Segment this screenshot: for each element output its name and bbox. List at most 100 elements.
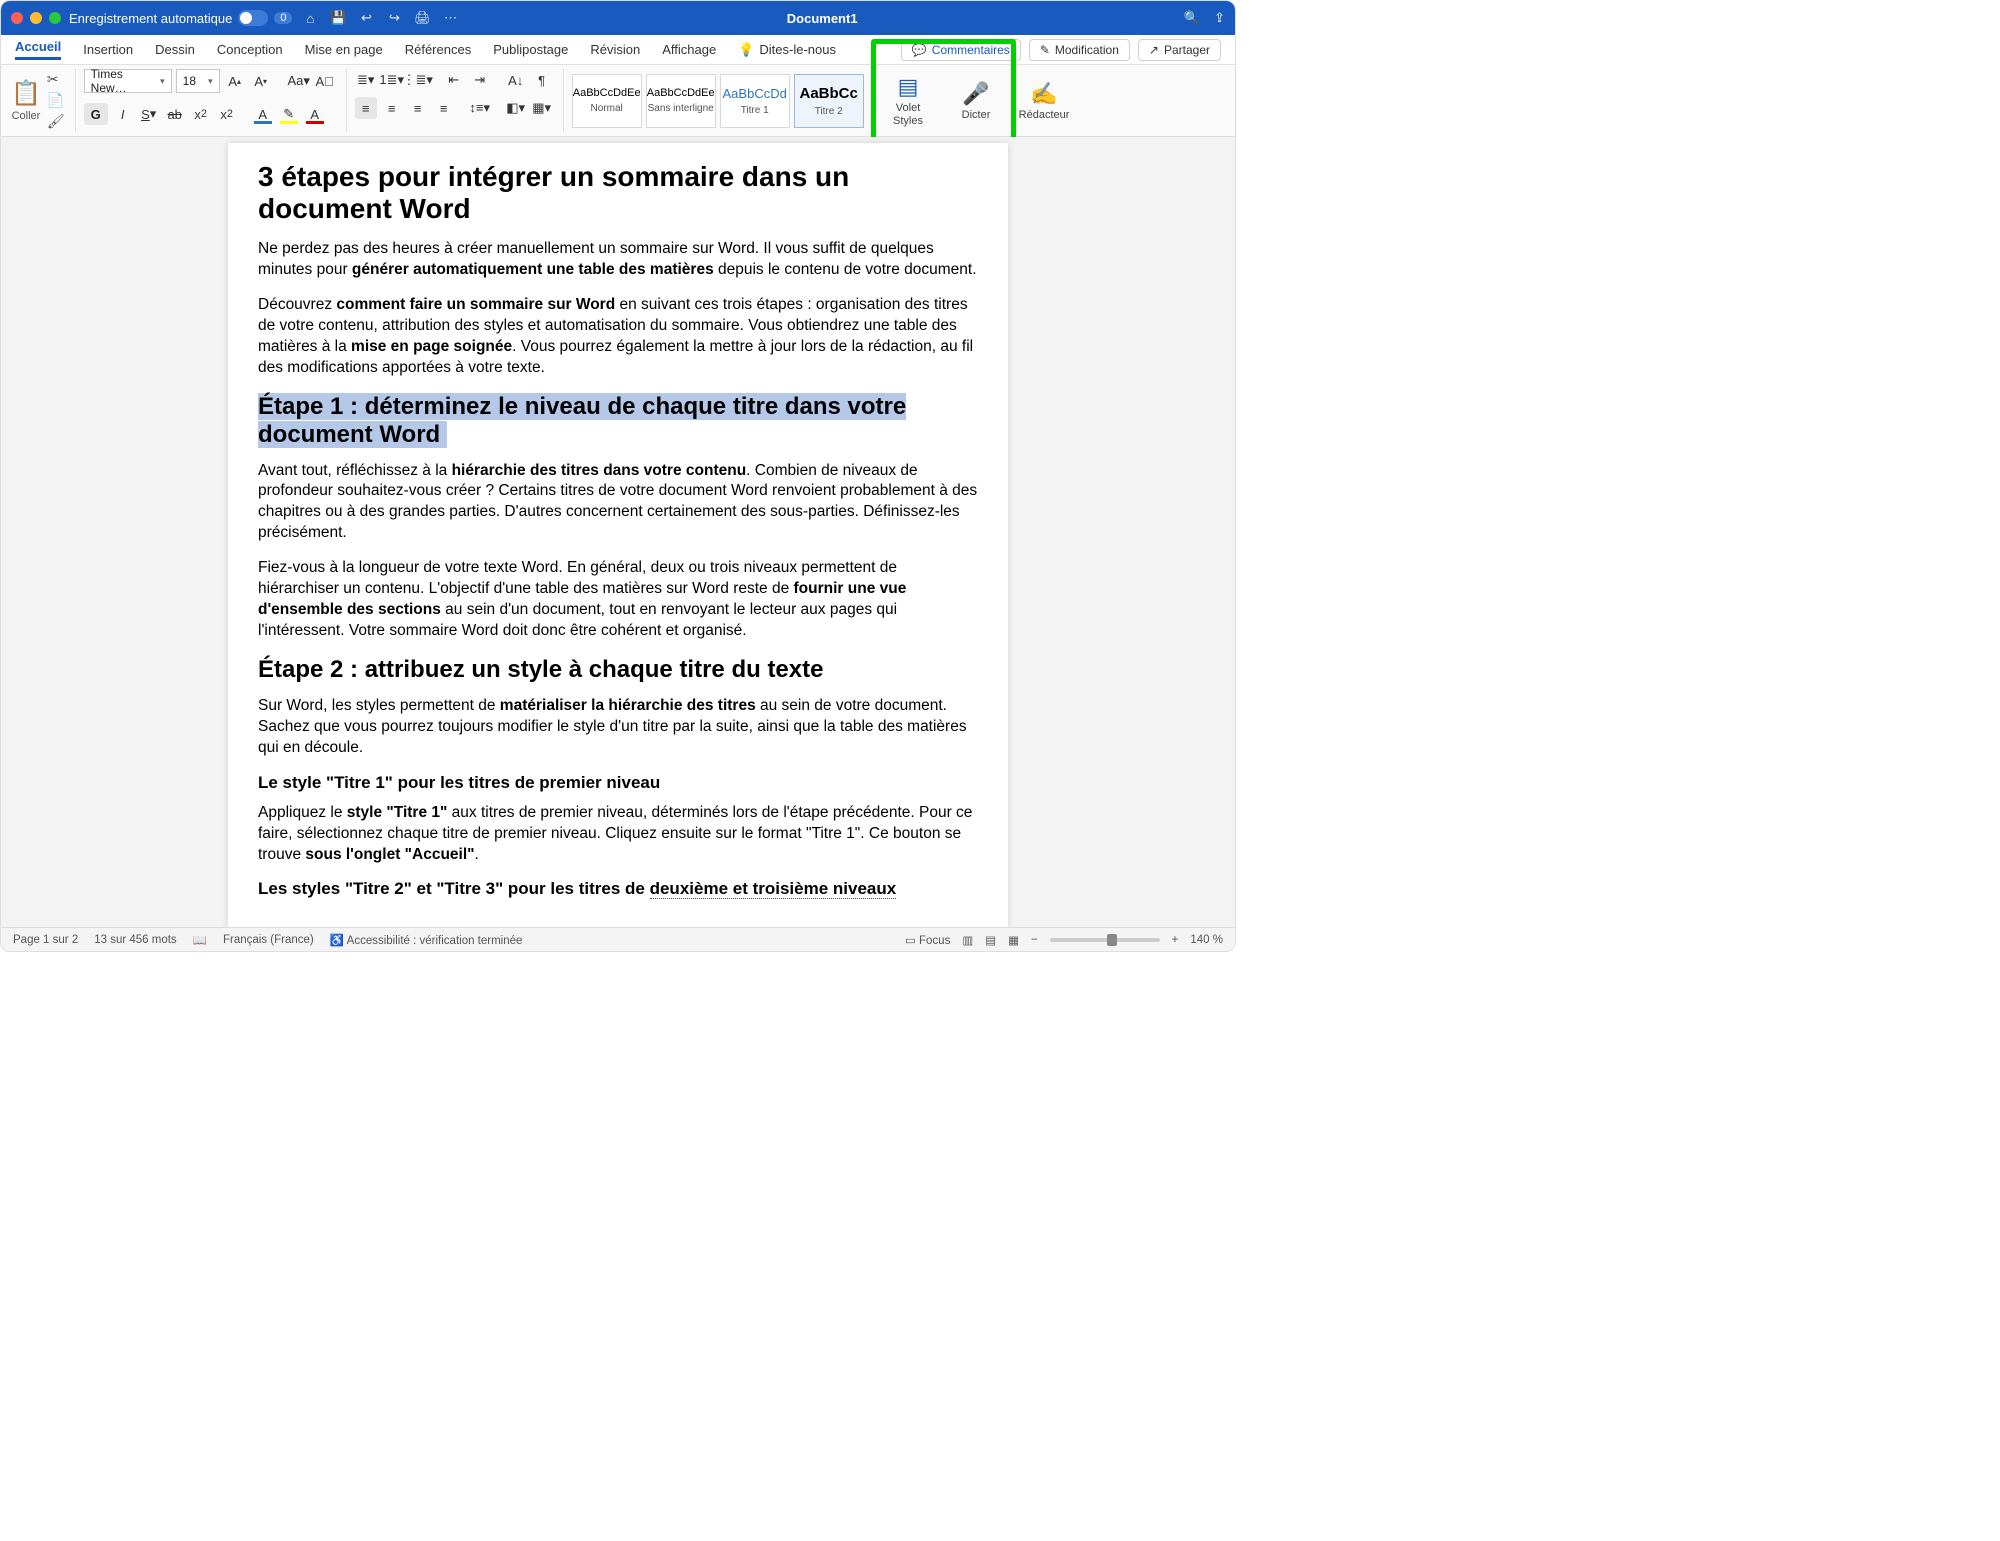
paragraph-group: ≣▾ 1≣▾ ⋮≣▾ ⇤ ⇥ A↓ ¶ ≡ ≡ ≡ ≡ ↕≡▾ ◧▾ ▦▾ (355, 69, 564, 132)
grow-font-icon[interactable]: A▴ (224, 70, 246, 92)
tab-conception[interactable]: Conception (217, 42, 283, 57)
clear-formatting-icon[interactable]: A⃠ (314, 70, 336, 92)
tab-revision[interactable]: Révision (590, 42, 640, 57)
doc-h3a: Le style "Titre 1" pour les titres de pr… (258, 773, 978, 793)
tab-dessin[interactable]: Dessin (155, 42, 195, 57)
tab-affichage[interactable]: Affichage (662, 42, 716, 57)
minimize-window-icon[interactable] (30, 12, 42, 24)
comments-button[interactable]: 💬Commentaires (901, 39, 1021, 61)
window-controls (11, 12, 61, 24)
view-print-icon[interactable]: ▥ (962, 933, 973, 947)
numbering-icon[interactable]: 1≣▾ (381, 69, 403, 91)
switch-icon[interactable] (238, 10, 268, 26)
text-effects-icon[interactable]: A (252, 103, 274, 125)
view-web-icon[interactable]: ▤ (985, 933, 996, 947)
autosave-label: Enregistrement automatique (69, 11, 232, 26)
page: 3 étapes pour intégrer un sommaire dans … (228, 143, 1008, 927)
style-sans-interligne[interactable]: AaBbCcDdEe Sans interligne (646, 74, 716, 128)
status-words[interactable]: 13 sur 456 mots (94, 934, 176, 946)
zoom-out-icon[interactable]: − (1031, 934, 1038, 946)
style-normal[interactable]: AaBbCcDdEe Normal (572, 74, 642, 128)
copy-icon[interactable]: 📄 (47, 92, 65, 109)
styles-pane-button[interactable]: ▤ Volet Styles (883, 74, 933, 126)
doc-p5: Sur Word, les styles permettent de matér… (258, 696, 978, 759)
more-icon[interactable]: ⋯ (440, 10, 460, 26)
search-icon[interactable]: 🔍 (1184, 10, 1200, 26)
close-window-icon[interactable] (11, 12, 23, 24)
redo-icon[interactable]: ↪ (384, 10, 404, 26)
autosave-toggle[interactable]: Enregistrement automatique 0 (69, 10, 292, 26)
editing-mode-button[interactable]: ✎Modification (1029, 39, 1130, 61)
format-painter-icon[interactable]: 🖌 (47, 113, 65, 130)
bold-icon[interactable]: G (84, 103, 108, 125)
doc-h1: 3 étapes pour intégrer un sommaire dans … (258, 161, 978, 225)
underline-icon[interactable]: S▾ (138, 103, 160, 125)
pencil-icon: ✎ (1040, 43, 1050, 57)
document-title: Document1 (468, 11, 1175, 26)
italic-icon[interactable]: I (112, 103, 134, 125)
focus-mode-button[interactable]: ▭ Focus (905, 933, 950, 947)
zoom-level[interactable]: 140 % (1190, 934, 1223, 946)
font-size-combo[interactable]: 18▾ (176, 69, 220, 93)
align-right-icon[interactable]: ≡ (407, 97, 429, 119)
status-language[interactable]: Français (France) (223, 934, 314, 946)
change-case-icon[interactable]: Aa▾ (288, 70, 310, 92)
align-center-icon[interactable]: ≡ (381, 97, 403, 119)
highlight-icon[interactable]: ✎ (278, 103, 300, 125)
ribbon-tabs: Accueil Insertion Dessin Conception Mise… (1, 35, 1235, 65)
undo-icon[interactable]: ↩ (356, 10, 376, 26)
paste-icon[interactable]: 📋 (11, 79, 41, 108)
clipboard-group: 📋 Coller ✂ 📄 🖌 (11, 69, 76, 132)
tab-insertion[interactable]: Insertion (83, 42, 133, 57)
print-icon[interactable]: 🖨 (412, 10, 432, 26)
style-titre-1[interactable]: AaBbCcDd Titre 1 (720, 74, 790, 128)
share-button[interactable]: ↗Partager (1138, 39, 1221, 61)
doc-p4: Fiez-vous à la longueur de votre texte W… (258, 558, 978, 642)
status-page[interactable]: Page 1 sur 2 (13, 934, 78, 946)
borders-icon[interactable]: ▦▾ (531, 97, 553, 119)
align-left-icon[interactable]: ≡ (355, 97, 377, 119)
bullets-icon[interactable]: ≣▾ (355, 69, 377, 91)
tell-me[interactable]: 💡Dites-le-nous (738, 42, 836, 58)
share-menu-icon[interactable]: ⇪ (1214, 10, 1225, 26)
subscript-icon[interactable]: x2 (190, 103, 212, 125)
tab-publipostage[interactable]: Publipostage (493, 42, 568, 57)
strikethrough-icon[interactable]: ab (164, 103, 186, 125)
show-marks-icon[interactable]: ¶ (531, 69, 553, 91)
tab-accueil[interactable]: Accueil (15, 39, 61, 60)
view-read-icon[interactable]: ▦ (1008, 933, 1019, 947)
cut-icon[interactable]: ✂ (47, 71, 65, 88)
doc-p6: Appliquez le style "Titre 1" aux titres … (258, 803, 978, 866)
justify-icon[interactable]: ≡ (433, 97, 455, 119)
zoom-slider[interactable] (1050, 938, 1160, 942)
home-icon[interactable]: ⌂ (300, 11, 320, 26)
decrease-indent-icon[interactable]: ⇤ (443, 69, 465, 91)
font-name-combo[interactable]: Times New…▾ (84, 69, 172, 93)
doc-p2: Découvrez comment faire un sommaire sur … (258, 295, 978, 379)
superscript-icon[interactable]: x2 (216, 103, 238, 125)
voice-group: 🎤 Dicter (951, 69, 1011, 132)
shading-icon[interactable]: ◧▾ (505, 97, 527, 119)
increase-indent-icon[interactable]: ⇥ (469, 69, 491, 91)
sort-icon[interactable]: A↓ (505, 69, 527, 91)
tab-mise-en-page[interactable]: Mise en page (305, 42, 383, 57)
editor-icon: ✍ (1030, 81, 1057, 107)
line-spacing-icon[interactable]: ↕≡▾ (469, 97, 491, 119)
style-titre-2[interactable]: AaBbCc Titre 2 (794, 74, 864, 128)
lightbulb-icon: 💡 (738, 42, 754, 58)
styles-more-icon[interactable]: › (868, 95, 879, 106)
autosave-badge: 0 (274, 12, 292, 24)
dictate-button[interactable]: 🎤 Dicter (951, 81, 1001, 121)
status-spellcheck-icon[interactable]: 📖 (193, 933, 207, 947)
save-icon[interactable]: 💾 (328, 10, 348, 26)
tab-references[interactable]: Références (405, 42, 471, 57)
font-color-icon[interactable]: A (304, 103, 326, 125)
maximize-window-icon[interactable] (49, 12, 61, 24)
document-area[interactable]: 3 étapes pour intégrer un sommaire dans … (1, 137, 1235, 927)
editor-button[interactable]: ✍ Rédacteur (1019, 81, 1069, 121)
shrink-font-icon[interactable]: A▾ (250, 70, 272, 92)
comment-icon: 💬 (912, 43, 927, 57)
zoom-in-icon[interactable]: + (1172, 934, 1179, 946)
multilevel-list-icon[interactable]: ⋮≣▾ (407, 69, 429, 91)
status-accessibility[interactable]: ♿ Accessibilité : vérification terminée (330, 933, 523, 947)
